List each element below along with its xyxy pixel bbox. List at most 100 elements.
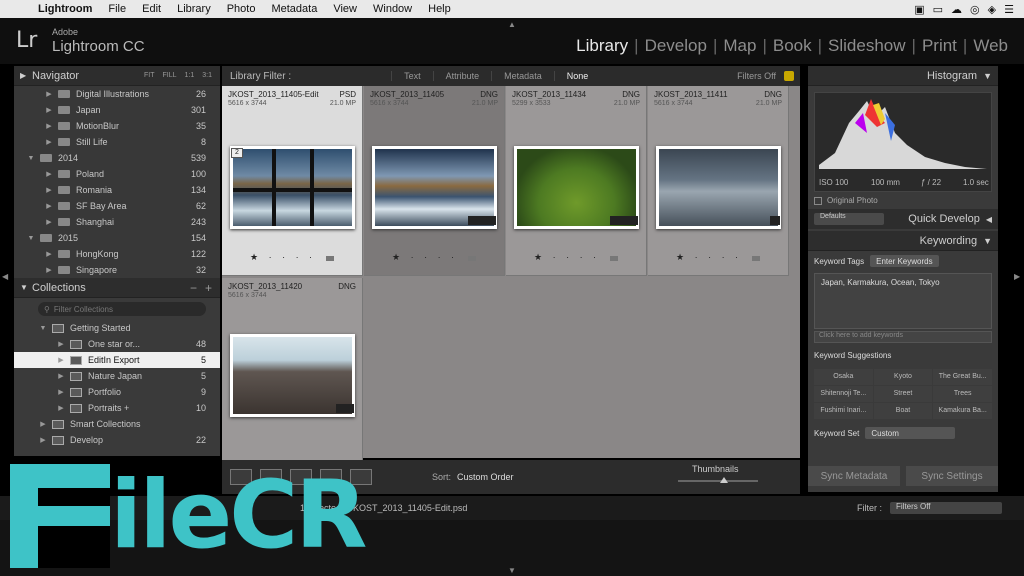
add-collection-icon[interactable]: +	[205, 281, 212, 295]
menu-lightroom[interactable]: Lightroom	[30, 3, 100, 15]
folder-row[interactable]: ▶ Digital Illustrations 26	[14, 86, 220, 102]
remove-collection-icon[interactable]: −	[190, 281, 197, 295]
zoom-3-1[interactable]: 3:1	[202, 72, 212, 79]
menu-view[interactable]: View	[325, 3, 365, 15]
filter-attribute[interactable]: Attribute	[432, 71, 492, 81]
grid-cell[interactable]: JKOST_2013_11411 DNG 5616 x 3744 21.0 MP…	[648, 86, 789, 276]
sync-settings-button[interactable]: Sync Settings	[906, 466, 998, 486]
module-library[interactable]: Library	[570, 36, 634, 56]
collections-header[interactable]: ▼ Collections − +	[14, 278, 220, 298]
folder-row[interactable]: ▶ Shanghai 243	[14, 214, 220, 230]
menu-help[interactable]: Help	[420, 3, 459, 15]
metadata-badges-icon[interactable]	[610, 216, 638, 225]
menu-library[interactable]: Library	[169, 3, 219, 15]
quick-develop-header[interactable]: Defaults Quick Develop ◀	[808, 209, 998, 229]
keyword-set-select[interactable]: Custom	[865, 427, 956, 439]
filter-none[interactable]: None	[553, 71, 601, 81]
folder-row[interactable]: ▶ Still Life 8	[14, 134, 220, 150]
module-web[interactable]: Web	[967, 36, 1014, 56]
module-book[interactable]: Book	[767, 36, 818, 56]
sync-metadata-button[interactable]: Sync Metadata	[808, 466, 900, 486]
menu-edit[interactable]: Edit	[134, 3, 169, 15]
original-photo-toggle[interactable]: Original Photo	[808, 192, 998, 209]
lock-icon[interactable]	[784, 71, 794, 81]
star-rating[interactable]: ★ · · · ·	[250, 252, 316, 263]
menu-file[interactable]: File	[100, 3, 134, 15]
keyword-suggestion[interactable]: Shitennoji Te...	[814, 386, 873, 402]
module-map[interactable]: Map	[717, 36, 762, 56]
collection-row[interactable]: ▶ Portfolio 9	[14, 384, 220, 400]
keywords-textarea[interactable]: Japan, Karmakura, Ocean, Tokyo	[814, 273, 992, 329]
photo-thumbnail[interactable]	[230, 146, 355, 229]
preset-select[interactable]: Defaults	[814, 213, 884, 225]
folder-row[interactable]: ▼ 2015 154	[14, 230, 220, 246]
keyword-suggestion[interactable]: Kamakura Ba...	[933, 403, 992, 419]
filmstrip-filter-select[interactable]: Filters Off	[890, 502, 1002, 514]
keyword-suggestion[interactable]: Boat	[873, 403, 933, 419]
folder-row[interactable]: ▶ MotionBlur 35	[14, 118, 220, 134]
keyword-mode-select[interactable]: Enter Keywords	[870, 255, 939, 267]
keywording-header[interactable]: Keywording ▼	[808, 231, 998, 251]
collection-row[interactable]: ▶ Nature Japan 5	[14, 368, 220, 384]
module-slideshow[interactable]: Slideshow	[822, 36, 912, 56]
folder-row[interactable]: ▶ SF Bay Area 62	[14, 198, 220, 214]
star-rating[interactable]: ★ · · · ·	[534, 252, 600, 263]
collapse-top-icon[interactable]: ▲	[508, 20, 516, 29]
zoom-1-1[interactable]: 1:1	[185, 72, 195, 79]
folder-row[interactable]: ▶ Singapore 32	[14, 262, 220, 278]
collapse-right-icon[interactable]: ▶	[1014, 272, 1020, 281]
sync-icon[interactable]: ◎	[970, 3, 980, 16]
collections-filter-input[interactable]: ⚲ Filter Collections	[38, 302, 206, 316]
shield-icon[interactable]: ◈	[988, 3, 996, 16]
star-rating[interactable]: ★ · · · ·	[392, 252, 458, 263]
menu-photo[interactable]: Photo	[219, 3, 264, 15]
module-develop[interactable]: Develop	[639, 36, 713, 56]
histogram-header[interactable]: Histogram ▼	[808, 66, 998, 86]
slider-knob-icon[interactable]	[720, 477, 728, 483]
navigator-header[interactable]: ▶ Navigator FIT FILL 1:1 3:1	[14, 66, 220, 86]
module-print[interactable]: Print	[916, 36, 963, 56]
folder-row[interactable]: ▶ Romania 134	[14, 182, 220, 198]
folder-row[interactable]: ▶ Japan 301	[14, 102, 220, 118]
grid-cell[interactable]: JKOST_2013_11420 DNG 5616 x 3744	[222, 278, 363, 468]
camera-icon[interactable]: ▣	[914, 3, 924, 16]
keyword-suggestion[interactable]: Kyoto	[873, 369, 933, 385]
thumbnail-size-slider[interactable]	[678, 480, 758, 482]
menu-metadata[interactable]: Metadata	[263, 3, 325, 15]
folder-row[interactable]: ▶ HongKong 122	[14, 246, 220, 262]
collection-row[interactable]: ▶ One star or... 48	[14, 336, 220, 352]
keyword-suggestion[interactable]: Osaka	[814, 369, 873, 385]
keyword-suggestion[interactable]: Trees	[933, 386, 992, 402]
metadata-badges-icon[interactable]	[468, 216, 496, 225]
collection-set-row[interactable]: ▶ Develop 22	[14, 432, 220, 448]
grid-cell[interactable]: JKOST_2013_11434 DNG 5299 x 3533 21.0 MP…	[506, 86, 647, 276]
filter-presets-select[interactable]: Filters Off	[737, 71, 784, 81]
list-icon[interactable]: ☰	[1004, 3, 1014, 16]
keyword-suggestion[interactable]: Fushimi Inari...	[814, 403, 873, 419]
menu-window[interactable]: Window	[365, 3, 420, 15]
folder-row[interactable]: ▶ Poland 100	[14, 166, 220, 182]
grid-cell[interactable]: JKOST_2013_11405 DNG 5616 x 3744 21.0 MP…	[364, 86, 505, 276]
display-icon[interactable]: ▭	[933, 3, 943, 16]
collapse-bottom-icon[interactable]: ▼	[508, 566, 516, 575]
color-label-icon[interactable]	[752, 256, 760, 261]
collection-set-row[interactable]: ▼ Getting Started	[14, 320, 220, 336]
metadata-badges-icon[interactable]	[336, 404, 354, 413]
collection-set-row[interactable]: ▶ Smart Collections	[14, 416, 220, 432]
keyword-suggestion[interactable]: Street	[873, 386, 933, 402]
collection-row[interactable]: ▶ Portraits +10	[14, 400, 220, 416]
zoom-fill[interactable]: FILL	[163, 72, 177, 79]
stack-count-badge[interactable]: 2	[231, 148, 243, 158]
zoom-fit[interactable]: FIT	[144, 72, 155, 79]
metadata-badges-icon[interactable]	[770, 216, 780, 225]
checkbox-icon[interactable]	[814, 196, 822, 205]
filter-metadata[interactable]: Metadata	[491, 71, 554, 81]
color-label-icon[interactable]	[610, 256, 618, 261]
grid-cell[interactable]: JKOST_2013_11405-Edit PSD 5616 x 3744 21…	[222, 86, 363, 276]
color-label-icon[interactable]	[468, 256, 476, 261]
photo-thumbnail[interactable]	[656, 146, 781, 229]
color-label-icon[interactable]	[326, 256, 334, 261]
collapse-left-icon[interactable]: ◀	[2, 272, 8, 281]
collection-row[interactable]: ▶ EditIn Export 5	[14, 352, 220, 368]
cloud-icon[interactable]: ☁	[951, 3, 962, 16]
